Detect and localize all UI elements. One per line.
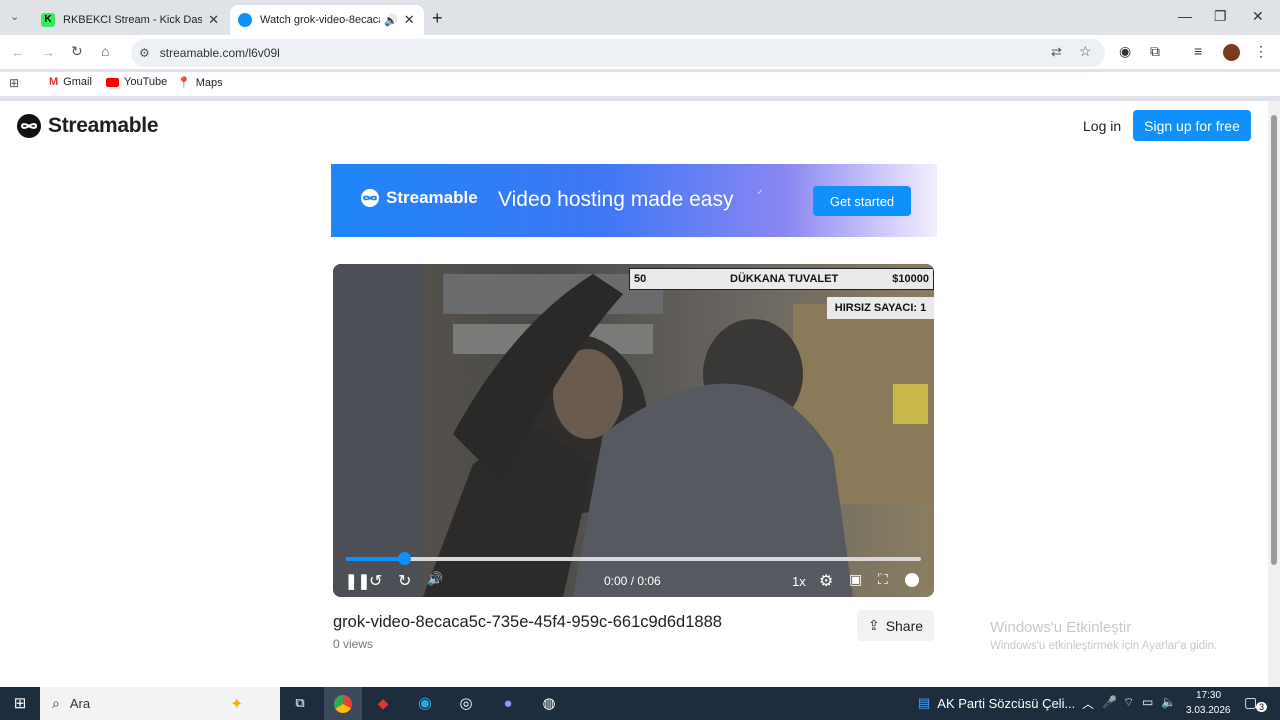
rewind-icon[interactable]: ↺ (369, 571, 382, 591)
speed-button[interactable]: 1x (792, 574, 806, 589)
streamable-player-icon[interactable] (905, 573, 919, 587)
maximize-icon[interactable]: ❐ (1214, 8, 1227, 25)
overlay-left-value: 50 (634, 273, 647, 285)
streamable-logo[interactable]: Streamable (16, 113, 159, 139)
windows-start-icon[interactable]: ⊞ (8, 691, 32, 715)
forward-icon[interactable]: ↻ (398, 571, 411, 591)
activation-watermark-title: Windows'u Etkinleştir (990, 619, 1132, 636)
signup-button[interactable]: Sign up for free (1133, 110, 1251, 141)
extension-icon[interactable]: ◉ (1119, 43, 1131, 60)
kick-favicon: K (41, 13, 55, 27)
obs-icon[interactable]: ◍ (537, 691, 561, 715)
notification-count-badge: 3 (1256, 702, 1268, 712)
logo-text: Streamable (48, 114, 159, 137)
home-icon[interactable]: ⌂ (101, 43, 109, 59)
video-title: grok-video-8ecaca5c-735e-45f4-959c-661c9… (333, 613, 722, 631)
progress-handle[interactable] (397, 552, 411, 565)
apps-icon[interactable]: ⊞ (9, 76, 19, 90)
activation-watermark-text: Windows'u etkinleştirmek için Ayarlar'a … (990, 640, 1218, 652)
streamable-logo-icon (361, 189, 379, 207)
overlay-amount: $10000 (892, 273, 929, 285)
bookmark-gmail[interactable]: M Gmail (49, 76, 92, 88)
volume-icon[interactable]: 🔊 (427, 571, 443, 587)
window-close-icon[interactable]: ✕ (1252, 8, 1264, 25)
bookmark-youtube[interactable]: YouTube (106, 76, 167, 88)
taskbar-search[interactable]: ⌕ Ara ✦ (40, 687, 280, 720)
clock-date[interactable]: 3.03.2026 (1186, 705, 1231, 716)
chrome-taskbar-icon[interactable] (324, 687, 362, 720)
bookmark-star-icon[interactable]: ☆ (1079, 43, 1092, 60)
login-link[interactable]: Log in (1083, 118, 1121, 134)
menu-icon[interactable]: ⋮ (1254, 43, 1268, 60)
task-view-icon[interactable]: ⧉ (288, 691, 312, 715)
pause-icon[interactable]: ❚❚ (345, 572, 370, 590)
progress-fill (346, 557, 404, 561)
get-started-button[interactable]: Get started (813, 186, 911, 216)
search-icon: ⌕ (52, 695, 60, 711)
media-control-icon[interactable]: ≡ (1194, 43, 1202, 59)
tab-streamable-video[interactable]: Watch grok-video-8ecaca5c 🔊 ✕ (230, 5, 424, 35)
clock-time[interactable]: 17:30 (1196, 690, 1221, 701)
volume-tray-icon[interactable]: 🔈 (1161, 695, 1176, 709)
pip-icon[interactable]: ▣ (849, 571, 862, 588)
settings-icon[interactable]: ⚙ (819, 571, 833, 591)
tab-title: Watch grok-video-8ecaca5c (260, 14, 380, 26)
minimize-icon[interactable]: — (1178, 8, 1192, 24)
fullscreen-icon[interactable]: ⛶ (878, 571, 888, 588)
app-circle-icon[interactable]: ◎ (454, 691, 478, 715)
site-info-icon[interactable]: ⚙ (139, 46, 150, 60)
battery-icon[interactable]: ▭ (1142, 695, 1153, 709)
tray-chevron-icon[interactable]: ︿ (1082, 695, 1094, 712)
tab-search-icon[interactable]: ⌄ (10, 10, 19, 23)
edge-icon[interactable]: ◉ (413, 691, 437, 715)
bookmarks-bar: ⊞ M Gmail YouTube 📍 Maps (0, 72, 1280, 96)
banner-tagline: Video hosting made easy (498, 188, 734, 211)
video-player[interactable]: 50 DÜKKANA TUVALET $10000 HIRSIZ SAYACI:… (333, 264, 934, 597)
browser-chrome: ⌄ K RKBEKCI Stream - Kick Dashboard ✕ Wa… (0, 0, 1280, 101)
discord-icon[interactable]: ● (496, 691, 520, 715)
wifi-icon[interactable]: ⌔ (1123, 695, 1134, 710)
profile-avatar[interactable] (1223, 44, 1240, 61)
banner-logo: Streamable (360, 188, 478, 208)
new-tab-button[interactable]: + (432, 8, 443, 29)
overlay-top-bar: 50 DÜKKANA TUVALET $10000 (629, 268, 934, 290)
speaker-icon: 🔊 (384, 14, 398, 27)
url-text: streamable.com/l6v09l (159, 46, 280, 60)
tab-kick-dashboard[interactable]: K RKBEKCI Stream - Kick Dashboard ✕ (33, 5, 227, 35)
progress-bar[interactable] (346, 552, 921, 565)
maps-pin-icon: 📍 (177, 77, 191, 89)
toolbar: ← → ↻ ⌂ ⚙ streamable.com/l6v09l ⇄ ☆ ◉ ⧉ … (0, 35, 1280, 69)
sparkle-icon: ⸝ (757, 182, 764, 196)
streamable-favicon (238, 13, 252, 27)
windows-taskbar: ⊞ ⌕ Ara ✦ ⧉ ◆ ◉ ◎ ● ◍ ▤ AK Parti Sözcüsü… (0, 687, 1280, 720)
news-icon: ▤ (918, 695, 931, 710)
close-icon[interactable]: ✕ (404, 12, 415, 28)
forward-icon[interactable]: → (41, 44, 55, 60)
puzzle-icon[interactable]: ⧉ (1150, 43, 1160, 60)
address-bar[interactable]: ⚙ streamable.com/l6v09l ⇄ ☆ (131, 39, 1105, 67)
bookmark-maps[interactable]: 📍 Maps (177, 76, 223, 90)
overlay-counter: HIRSIZ SAYACI: 1 (827, 297, 934, 319)
reload-icon[interactable]: ↻ (71, 43, 83, 60)
tab-title: RKBEKCI Stream - Kick Dashboard (63, 14, 203, 26)
overlay-title: DÜKKANA TUVALET (730, 273, 839, 285)
microphone-icon[interactable]: 🎤 (1102, 695, 1117, 709)
close-icon[interactable]: ✕ (208, 12, 219, 28)
ad-banner[interactable]: Streamable Video hosting made easy ⸝ Get… (331, 164, 937, 237)
sparkle-icon: ✦ (230, 695, 244, 713)
scrollbar-thumb[interactable] (1271, 115, 1277, 565)
share-button[interactable]: ⇪ Share (857, 610, 934, 641)
gmail-icon: M (49, 76, 59, 88)
time-display: 0:00 / 0:06 (604, 574, 661, 588)
streamable-logo-icon (17, 114, 41, 138)
share-icon: ⇪ (867, 617, 880, 633)
back-icon[interactable]: ← (11, 44, 25, 60)
youtube-icon (106, 77, 119, 87)
scrollbar[interactable] (1268, 101, 1280, 687)
news-widget[interactable]: ▤ AK Parti Sözcüsü Çeli... (918, 695, 1075, 711)
app-red-icon[interactable]: ◆ (371, 691, 395, 715)
view-count: 0 views (333, 637, 374, 651)
page-content: Streamable Log in Sign up for free Strea… (0, 101, 1268, 687)
translate-icon[interactable]: ⇄ (1051, 44, 1062, 60)
